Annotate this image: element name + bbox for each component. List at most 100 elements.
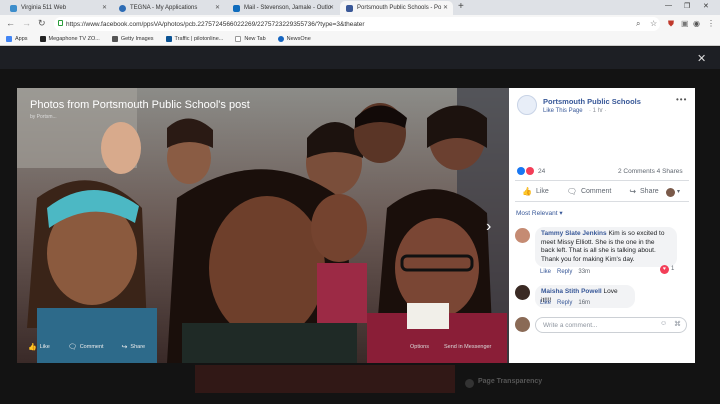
star-bookmark-icon[interactable]: ☆ <box>650 19 657 28</box>
like-button[interactable]: 👍 Like <box>522 187 549 196</box>
comment-like-link[interactable]: Like <box>540 269 551 275</box>
share-arrow-icon: ↪ <box>121 344 128 351</box>
comments-shares-count[interactable]: 2 Comments 4 Shares <box>618 168 683 175</box>
share-arrow-icon: ↪ <box>629 187 637 196</box>
page-name-link[interactable]: Portsmouth Public Schools <box>543 97 641 106</box>
comment-like-link[interactable]: Like <box>540 300 551 306</box>
tab-strip: Virginia 511 Web ✕ TEGNA - My Applicatio… <box>0 0 720 15</box>
bookmark-apps[interactable]: Apps <box>6 36 28 42</box>
photo-options-link[interactable]: Options <box>410 344 429 350</box>
apps-grid-icon <box>6 36 12 42</box>
comment-reply-link[interactable]: Reply <box>557 269 572 275</box>
address-bar[interactable]: https://www.facebook.com/ppsVA/photos/pc… <box>54 17 660 31</box>
getty-icon <box>111 36 118 42</box>
like-reaction-icon <box>517 167 525 175</box>
divider <box>515 180 689 181</box>
bookmark-label: Traffic | pilotonline... <box>174 36 224 42</box>
page-transparency-heading: Page Transparency <box>478 378 543 385</box>
facebook-favicon-icon <box>346 4 353 12</box>
chevron-down-icon[interactable]: ▾ <box>677 188 680 195</box>
comment-time[interactable]: 33m <box>578 269 590 275</box>
tab-title: Portsmouth Public Schools - Po <box>357 5 442 11</box>
thumbs-up-icon: 👍 <box>28 344 37 351</box>
tab-close-icon[interactable]: ✕ <box>329 4 334 11</box>
maximize-icon[interactable]: ❐ <box>684 2 690 10</box>
comment-bubble: Tammy Slate Jenkins Kim is so excited to… <box>535 227 677 267</box>
emoji-icon[interactable]: ☺ <box>660 320 667 327</box>
tab-virginia-511[interactable]: Virginia 511 Web ✕ <box>4 1 112 15</box>
comment-bubble-icon: 🗨 <box>67 344 77 351</box>
comment-sort-dropdown[interactable]: Most Relevant ▾ <box>516 209 563 217</box>
comment-time[interactable]: 16m <box>578 300 590 306</box>
comment-author[interactable]: Maisha Stith Powell <box>541 288 602 295</box>
reload-icon[interactable]: ↻ <box>38 18 46 29</box>
bookmark-megaphone[interactable]: Megaphone TV ZO... <box>39 36 100 42</box>
comment-button[interactable]: 🗨 Comment <box>567 187 612 196</box>
minimize-icon[interactable]: — <box>665 2 672 9</box>
new-tab-icon[interactable]: + <box>458 1 464 12</box>
bookmark-label: New Tab <box>244 36 266 42</box>
comment-reaction-count: 1 <box>671 266 675 272</box>
thumbs-up-icon: 👍 <box>522 187 532 196</box>
close-theater-icon[interactable]: ✕ <box>697 52 706 65</box>
tab-close-icon[interactable]: ✕ <box>443 4 448 11</box>
comment-meta: Like Reply 33m <box>540 269 590 275</box>
tab-close-icon[interactable]: ✕ <box>102 4 107 11</box>
virginia-511-favicon-icon <box>10 4 17 12</box>
pilotonline-icon <box>165 36 172 42</box>
post-timestamp[interactable]: · 1 hr · <box>589 108 607 114</box>
tab-title: Virginia 511 Web <box>21 5 67 11</box>
love-reaction-icon <box>526 167 534 175</box>
bookmark-label: Getty Images <box>120 36 154 42</box>
extension-shield-icon[interactable]: ⛊ <box>668 19 674 29</box>
divider <box>515 201 689 202</box>
newsone-icon <box>277 36 284 42</box>
dimmed-page-content <box>195 365 455 393</box>
window-close-icon[interactable]: ✕ <box>703 2 709 10</box>
comment-bubble-icon: 🗨 <box>566 187 577 196</box>
search-icon[interactable]: ⌕ <box>636 19 640 29</box>
comment-text: Thank you for making Kim's day. <box>541 255 635 263</box>
back-arrow-icon[interactable]: ← <box>6 18 15 28</box>
more-options-icon[interactable]: ••• <box>676 95 687 104</box>
page-avatar[interactable] <box>517 95 537 115</box>
next-photo-chevron-icon[interactable]: › <box>486 218 491 236</box>
photo-like-button[interactable]: 👍 Like <box>28 343 50 351</box>
viewer-avatar <box>515 317 530 332</box>
tab-tegna[interactable]: TEGNA - My Applications ✕ <box>113 1 225 15</box>
comment-reply-link[interactable]: Reply <box>557 300 572 306</box>
facebook-header-dimmed <box>0 47 720 69</box>
like-this-page-link[interactable]: Like This Page <box>543 108 583 114</box>
photo-share-button[interactable]: ↪ Share <box>122 343 146 351</box>
camera-icon[interactable]: ⌘ <box>674 320 681 328</box>
photo-comment-button[interactable]: 🗨 Comment <box>68 343 104 351</box>
forward-arrow-icon[interactable]: → <box>22 18 31 28</box>
url-text: https://www.facebook.com/ppsVA/photos/pc… <box>66 20 365 28</box>
commenter-avatar[interactable] <box>515 228 530 243</box>
reaction-summary[interactable]: 24 <box>517 167 545 175</box>
info-icon <box>465 379 474 388</box>
tab-facebook-active[interactable]: Portsmouth Public Schools - Po ✕ <box>340 1 453 15</box>
photo-title[interactable]: Photos from Portsmouth Public School's p… <box>30 99 250 111</box>
share-button[interactable]: ↪ Share <box>629 187 658 196</box>
megaphone-icon <box>39 36 46 42</box>
bookmark-traffic[interactable]: Traffic | pilotonline... <box>165 36 224 42</box>
like-label: Like <box>535 188 549 195</box>
post-photo[interactable] <box>17 88 509 363</box>
comment-author[interactable]: Tammy Slate Jenkins <box>541 230 607 237</box>
react-as-avatar[interactable] <box>666 188 675 197</box>
menu-dots-icon[interactable]: ⋮ <box>707 19 715 28</box>
extension-icon[interactable]: ▣ <box>681 19 689 28</box>
love-reaction-icon[interactable]: ♥ <box>660 265 669 274</box>
photo-subtitle: by Portsm... <box>30 114 57 120</box>
tab-close-icon[interactable]: ✕ <box>215 4 220 11</box>
comment-text: back left. That is all she is talking ab… <box>541 247 656 254</box>
tab-outlook-mail[interactable]: Mail - Stevenson, Jamale - Outlo ✕ <box>227 1 339 15</box>
bookmark-newsone[interactable]: NewsOne <box>277 36 311 42</box>
commenter-avatar[interactable] <box>515 285 530 300</box>
bookmark-getty[interactable]: Getty Images <box>111 36 154 42</box>
bookmark-new-tab[interactable]: New Tab <box>235 36 266 42</box>
profile-icon[interactable]: ◉ <box>693 19 700 28</box>
send-in-messenger-link[interactable]: Send in Messenger <box>444 344 491 350</box>
photo-like-label: Like <box>39 344 50 350</box>
